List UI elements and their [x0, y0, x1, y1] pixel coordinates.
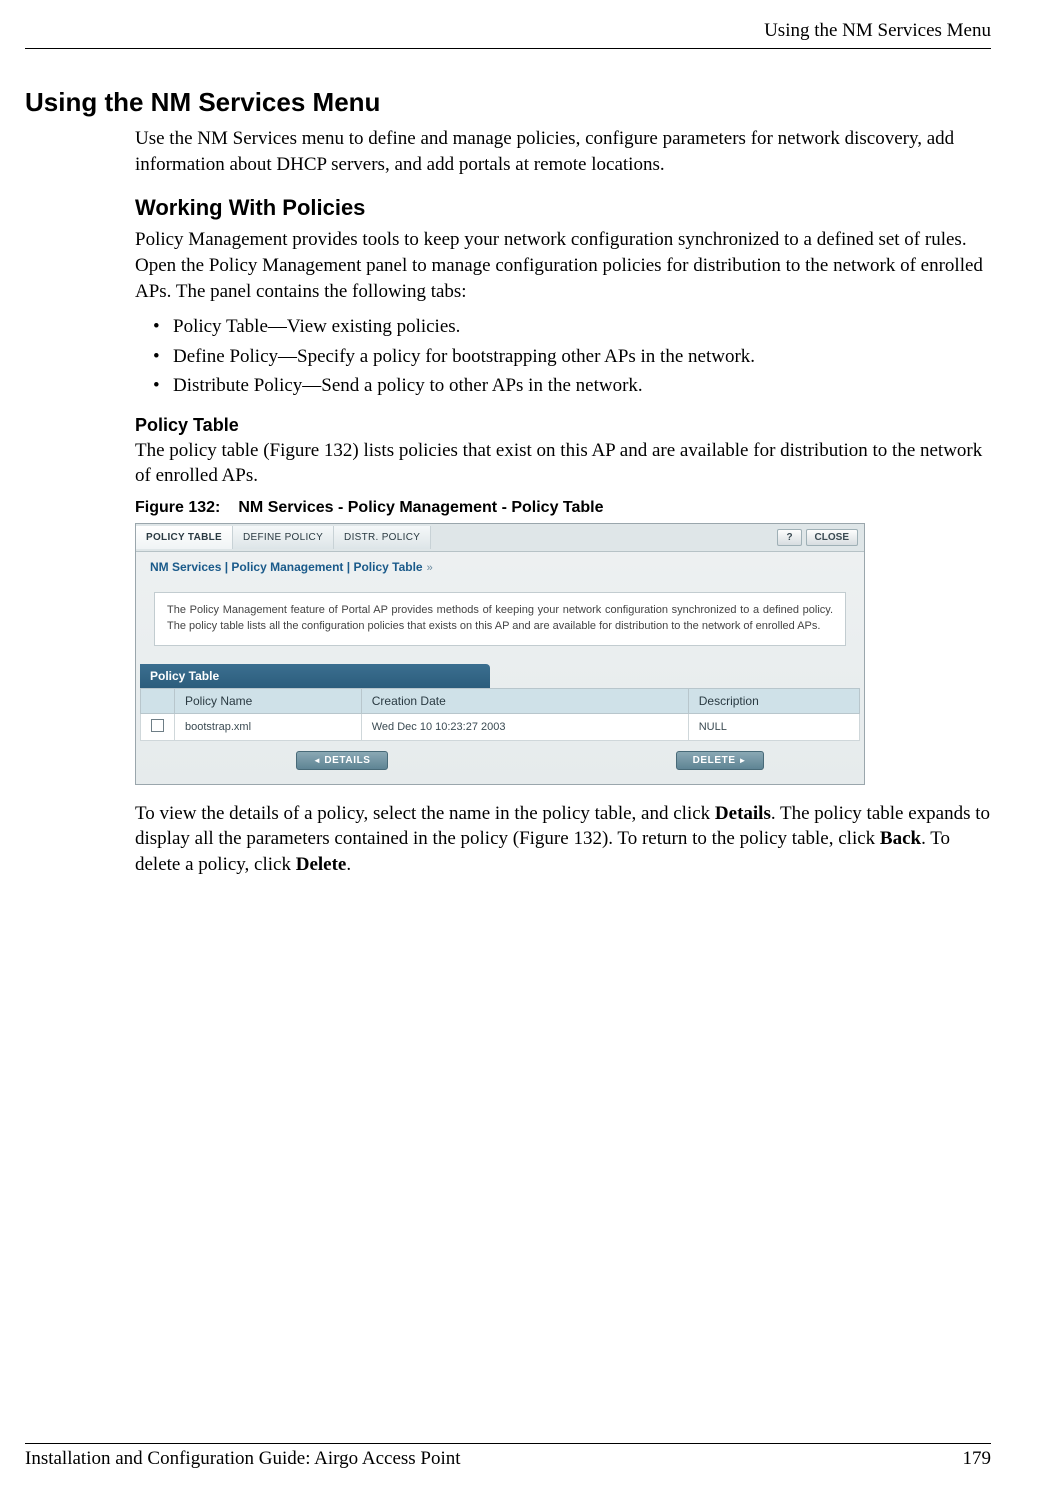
- column-creation-date: Creation Date: [361, 688, 688, 713]
- policy-management-panel: POLICY TABLE DEFINE POLICY DISTR. POLICY…: [135, 523, 865, 785]
- tab-bar: POLICY TABLE DEFINE POLICY DISTR. POLICY…: [136, 524, 864, 552]
- column-description: Description: [688, 688, 859, 713]
- running-header: Using the NM Services Menu: [25, 20, 991, 42]
- intro-paragraph: Use the NM Services menu to define and m…: [135, 126, 991, 177]
- cell-policy-name: bootstrap.xml: [175, 713, 362, 740]
- table-section-header: Policy Table: [140, 664, 490, 688]
- tab-distr-policy[interactable]: DISTR. POLICY: [334, 526, 431, 549]
- table-row: bootstrap.xml Wed Dec 10 10:23:27 2003 N…: [141, 713, 860, 740]
- row-checkbox[interactable]: [151, 719, 164, 732]
- chevron-right-icon: »: [427, 562, 433, 574]
- page-footer: Installation and Configuration Guide: Ai…: [25, 1443, 991, 1470]
- column-checkbox: [141, 688, 175, 713]
- tab-policy-table[interactable]: POLICY TABLE: [136, 526, 233, 549]
- page-number: 179: [963, 1448, 992, 1470]
- text-span: .: [346, 854, 351, 875]
- details-button[interactable]: DETAILS: [296, 751, 388, 770]
- bold-details: Details: [715, 803, 771, 824]
- footer-left: Installation and Configuration Guide: Ai…: [25, 1448, 461, 1470]
- policy-table: Policy Name Creation Date Description bo…: [140, 688, 860, 741]
- delete-button-label: DELETE: [693, 755, 736, 766]
- details-button-label: DETAILS: [324, 755, 370, 766]
- page-title: Using the NM Services Menu: [25, 87, 991, 118]
- list-item: Define Policy—Specify a policy for boots…: [153, 342, 991, 371]
- info-box: The Policy Management feature of Portal …: [154, 592, 846, 646]
- figure-label: Figure 132:: [135, 499, 220, 516]
- list-item: Policy Table—View existing policies.: [153, 312, 991, 341]
- tab-list: Policy Table—View existing policies. Def…: [153, 312, 991, 400]
- header-rule: [25, 48, 991, 49]
- text-span: To view the details of a policy, select …: [135, 803, 715, 824]
- tab-define-policy[interactable]: DEFINE POLICY: [233, 526, 334, 549]
- cell-description: NULL: [688, 713, 859, 740]
- cell-creation-date: Wed Dec 10 10:23:27 2003: [361, 713, 688, 740]
- subsection-heading: Working With Policies: [135, 195, 991, 221]
- help-button[interactable]: ?: [777, 529, 801, 546]
- footer-rule: [25, 1443, 991, 1444]
- bold-back: Back: [880, 828, 921, 849]
- button-row: DETAILS DELETE: [136, 741, 864, 784]
- column-policy-name: Policy Name: [175, 688, 362, 713]
- close-button[interactable]: CLOSE: [806, 529, 858, 546]
- bold-delete: Delete: [296, 854, 347, 875]
- list-item: Distribute Policy—Send a policy to other…: [153, 371, 991, 400]
- policy-table-paragraph: The policy table (Figure 132) lists poli…: [135, 438, 991, 489]
- table-header-row: Policy Name Creation Date Description: [141, 688, 860, 713]
- policies-paragraph: Policy Management provides tools to keep…: [135, 227, 991, 304]
- figure-title: NM Services - Policy Management - Policy…: [238, 499, 603, 516]
- breadcrumb: NM Services | Policy Management | Policy…: [136, 552, 864, 578]
- closing-paragraph: To view the details of a policy, select …: [135, 801, 991, 878]
- policy-table-heading: Policy Table: [135, 415, 991, 436]
- figure-caption: Figure 132: NM Services - Policy Manageme…: [135, 499, 991, 517]
- delete-button[interactable]: DELETE: [676, 751, 764, 770]
- breadcrumb-text: NM Services | Policy Management | Policy…: [150, 560, 423, 574]
